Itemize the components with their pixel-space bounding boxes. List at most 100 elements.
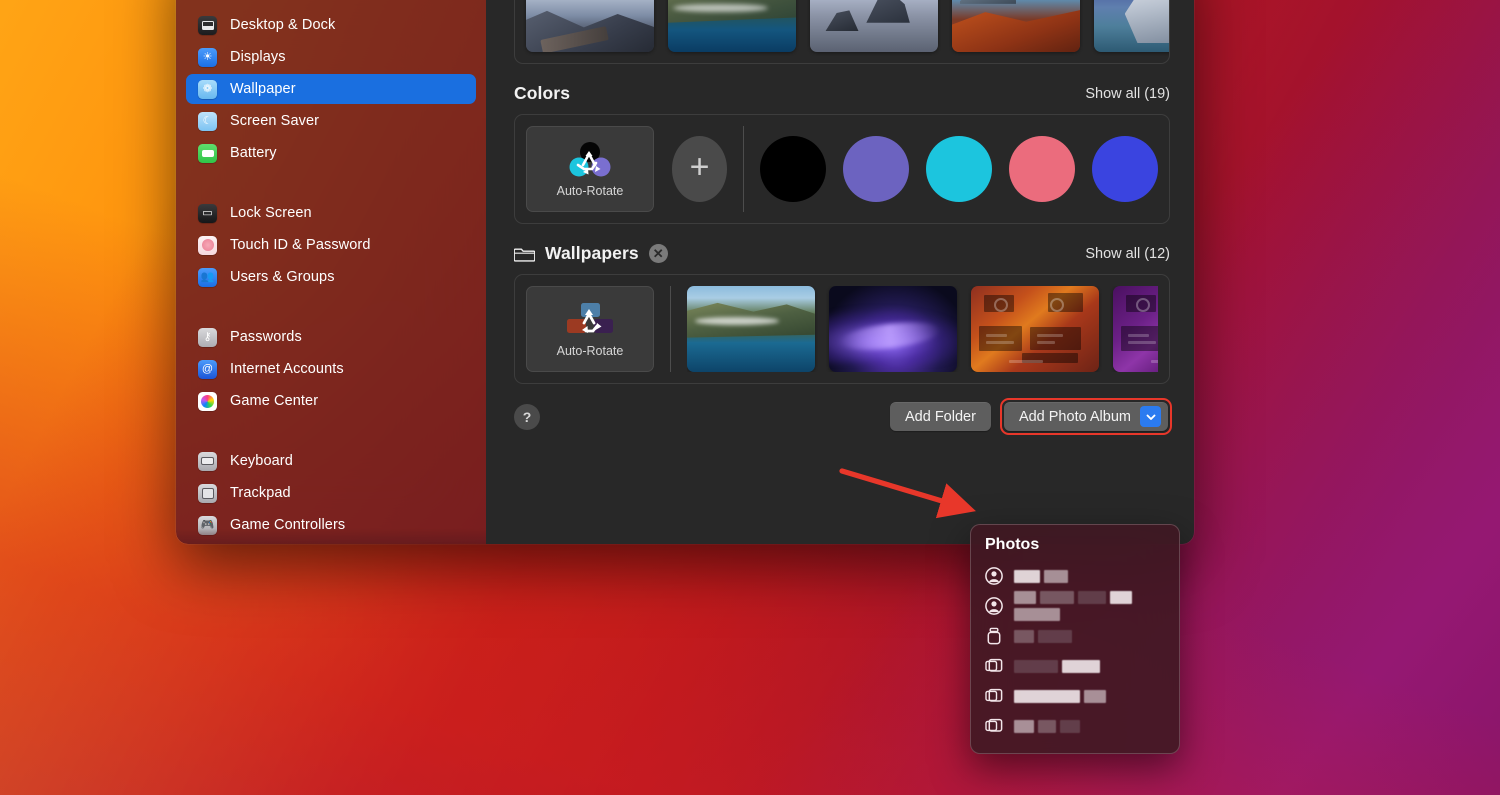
chevron-down-icon — [1140, 406, 1161, 427]
wallpapers-auto-rotate-label: Auto-Rotate — [557, 344, 624, 358]
sidebar-group: ⚷ Passwords @Internet AccountsGame Center — [186, 318, 476, 416]
dynamic-wallpaper-row[interactable] — [514, 0, 1170, 64]
sidebar-item-internet-accounts[interactable]: @Internet Accounts — [186, 354, 476, 384]
question-mark-icon: ? — [523, 409, 532, 425]
sidebar-item-label: Battery — [230, 145, 277, 161]
sidebar-item-wallpaper[interactable]: ❁Wallpaper — [186, 74, 476, 104]
wallpapers-auto-rotate-tile[interactable]: Auto-Rotate — [526, 286, 654, 372]
sidebar-item-battery[interactable]: Battery — [186, 138, 476, 168]
photos-dropdown-menu[interactable]: Photos — [970, 524, 1180, 754]
system-settings-window: Desktop & Dock ☀Displays❁Wallpaper ☾ Screen… — [176, 0, 1194, 544]
photos-menu-item[interactable] — [983, 591, 1167, 621]
add-photo-album-button[interactable]: Add Photo Album — [1004, 402, 1168, 431]
sidebar-item-label: Lock Screen — [230, 205, 312, 221]
wallpapers-section-header: Wallpapers ✕ Show all (12) — [514, 243, 1170, 264]
sidebar-item-label: Touch ID & Password — [230, 237, 371, 253]
photos-menu-item[interactable] — [983, 711, 1167, 741]
wallpapers-show-all-link[interactable]: Show all (12) — [1085, 246, 1170, 262]
colors-panel[interactable]: Auto-Rotate + — [514, 114, 1170, 224]
wallpaper-settings-pane: Colors Show all (19) — [486, 0, 1194, 544]
person-circle-icon — [985, 567, 1003, 585]
sidebar-item-printers-scanners[interactable]: ⎙Printers & Scanners — [186, 542, 476, 544]
sidebar-item-users-groups[interactable]: 👥 Users & Groups — [186, 262, 476, 292]
album-stack-icon — [985, 657, 1003, 675]
add-color-plus-label: + — [690, 150, 710, 184]
album-stack-icon — [985, 687, 1003, 705]
colors-auto-rotate-tile[interactable]: Auto-Rotate — [526, 126, 654, 212]
sidebar-item-label: Screen Saver — [230, 113, 319, 129]
close-icon: ✕ — [653, 247, 664, 260]
sidebar-item-displays[interactable]: ☀Displays — [186, 42, 476, 72]
purple-circuit-wallpaper[interactable] — [1113, 286, 1158, 372]
color-swatch-cyan[interactable] — [926, 136, 992, 202]
sidebar-item-label: Internet Accounts — [230, 361, 344, 377]
passwords-key-icon: ⚷ — [198, 328, 217, 347]
sidebar-item-label: Displays — [230, 49, 286, 65]
sidebar-item-trackpad[interactable]: Trackpad — [186, 478, 476, 508]
sidebar-group: Desktop & Dock ☀Displays❁Wallpaper ☾ Screen… — [186, 6, 476, 168]
person-circle-icon — [985, 597, 1003, 615]
colors-section-header: Colors Show all (19) — [514, 83, 1170, 104]
add-color-button[interactable]: + — [672, 136, 727, 202]
sidebar-item-screen-saver[interactable]: ☾ Screen Saver — [186, 106, 476, 136]
mountain-range-wallpaper[interactable] — [526, 0, 654, 52]
color-swatch-purple[interactable] — [843, 136, 909, 202]
sidebar-item-label: Users & Groups — [230, 269, 335, 285]
sidebar-item-lock-screen[interactable]: ▭Lock Screen — [186, 198, 476, 228]
remove-wallpapers-folder-button[interactable]: ✕ — [649, 244, 668, 263]
sidebar-item-game-center[interactable]: Game Center — [186, 386, 476, 416]
color-swatch-blue[interactable] — [1092, 136, 1158, 202]
wallpapers-panel[interactable]: Auto-Rotate — [514, 274, 1170, 384]
color-swatch-pink[interactable] — [1009, 136, 1075, 202]
color-swatch-row[interactable] — [760, 136, 1158, 202]
add-photo-album-label: Add Photo Album — [1019, 409, 1131, 425]
auto-rotate-icon — [563, 141, 617, 181]
sidebar-group: KeyboardTrackpad 🎮 Game Controllers ⎙Printe… — [186, 442, 476, 544]
photos-menu-item[interactable] — [983, 561, 1167, 591]
sidebar-group-spacer — [186, 170, 476, 194]
red-cliff-coast-wallpaper[interactable] — [952, 0, 1080, 52]
help-button[interactable]: ? — [514, 404, 540, 430]
sidebar-item-keyboard[interactable]: Keyboard — [186, 446, 476, 476]
sidebar-item-desktop-dock[interactable]: Desktop & Dock — [186, 10, 476, 40]
orange-circuit-wallpaper[interactable] — [971, 286, 1099, 372]
redacted-album-name — [1014, 690, 1106, 703]
color-swatch-black[interactable] — [760, 136, 826, 202]
game-controller-icon: 🎮 — [198, 516, 217, 535]
wallpapers-divider — [670, 286, 671, 372]
wallpapers-title: Wallpapers — [545, 243, 639, 264]
add-folder-button[interactable]: Add Folder — [890, 402, 991, 431]
screen-saver-icon: ☾ — [198, 112, 217, 131]
wallpapers-thumbnail-row[interactable] — [687, 286, 1158, 372]
colors-divider — [743, 126, 744, 212]
redacted-album-name — [1014, 570, 1068, 583]
wallpaper-pane-footer: ? Add Folder Add Photo Album — [514, 402, 1170, 431]
sidebar-item-label: Passwords — [230, 329, 302, 345]
users-groups-icon: 👥 — [198, 268, 217, 287]
coastal-lake-wallpaper[interactable] — [687, 286, 815, 372]
sidebar-groups: Desktop & Dock ☀Displays❁Wallpaper ☾ Screen… — [186, 6, 476, 544]
touch-id-icon — [198, 236, 217, 255]
settings-sidebar[interactable]: Desktop & Dock ☀Displays❁Wallpaper ☾ Screen… — [176, 0, 486, 544]
colors-title: Colors — [514, 83, 570, 104]
photos-menu-item-list — [983, 561, 1167, 741]
sidebar-group-spacer — [186, 294, 476, 318]
sidebar-item-game-controllers[interactable]: 🎮 Game Controllers — [186, 510, 476, 540]
photos-menu-item[interactable] — [983, 681, 1167, 711]
photos-menu-item[interactable] — [983, 621, 1167, 651]
big-sur-coast-wallpaper[interactable] — [668, 0, 796, 52]
colors-auto-rotate-label: Auto-Rotate — [557, 184, 624, 198]
sidebar-item-touch-id-password[interactable]: Touch ID & Password — [186, 230, 476, 260]
keyboard-icon — [198, 452, 217, 471]
wallpaper-icon: ❁ — [198, 80, 217, 99]
ice-rock-wallpaper[interactable] — [1094, 0, 1170, 52]
redacted-album-name — [1014, 630, 1072, 643]
colors-show-all-link[interactable]: Show all (19) — [1085, 86, 1170, 102]
sidebar-item-passwords[interactable]: ⚷ Passwords — [186, 322, 476, 352]
purple-abstract-wallpaper[interactable] — [829, 286, 957, 372]
sidebar-item-label: Desktop & Dock — [230, 17, 335, 33]
desktop-dock-icon — [198, 16, 217, 35]
sea-rocks-wallpaper[interactable] — [810, 0, 938, 52]
photos-menu-item[interactable] — [983, 651, 1167, 681]
sidebar-item-label: Game Controllers — [230, 517, 345, 533]
